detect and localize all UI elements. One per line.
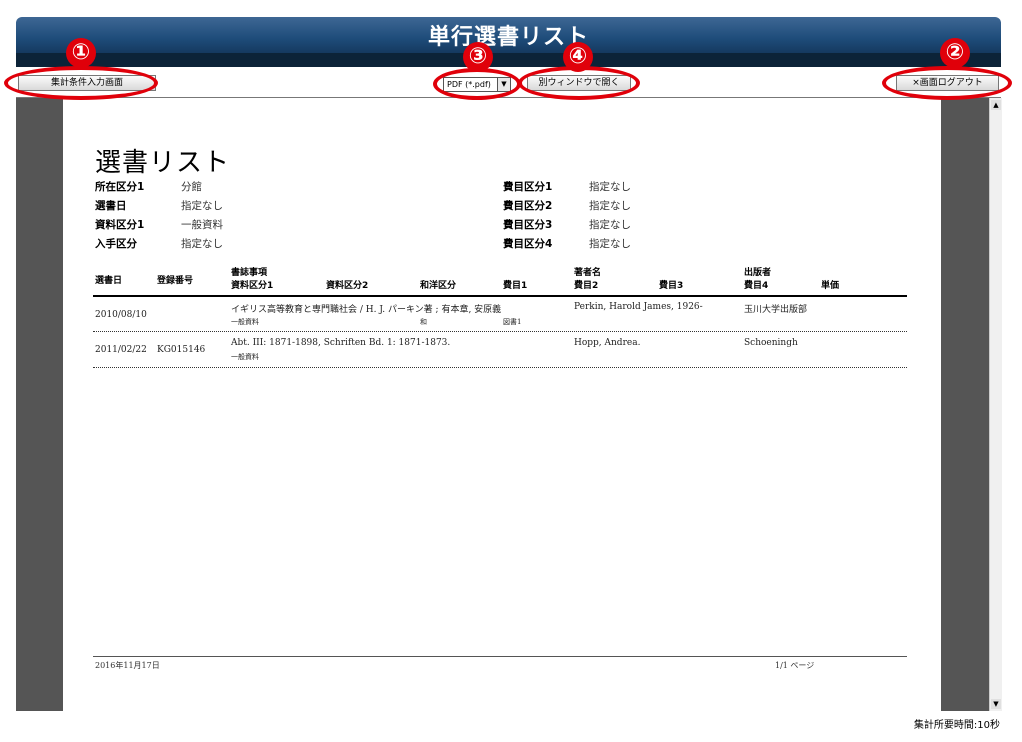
chevron-down-icon[interactable]: ▼ [497, 78, 510, 91]
header-date: 選書日 [95, 276, 123, 286]
callout-number-2: ② [940, 38, 970, 68]
criteria-row: 費目区分1 指定なし [503, 178, 631, 197]
callout-number-4: ④ [563, 42, 593, 72]
footer-rule [93, 656, 907, 657]
criteria-row: 選書日 指定なし [95, 197, 223, 216]
criteria-value: 指定なし [181, 200, 223, 212]
header-strip [16, 53, 1001, 67]
footer-date: 2016年11月17日 [95, 661, 160, 670]
header-author: 著者名 [574, 268, 602, 278]
report-page: 選書リスト 所在区分1 分館 選書日 指定なし 資料区分1 一般資料 入手区分 指定なし… [63, 98, 941, 711]
criteria-value: 分館 [181, 181, 202, 193]
criteria-value: 指定なし [589, 181, 631, 193]
row1-biblio: イギリス高等教育と専門職社会 / H. J. パーキン著 ; 有本章, 安原義 [231, 305, 502, 315]
header-reg-no: 登録番号 [157, 276, 194, 286]
callout-number-1: ① [66, 38, 96, 68]
header-budget2: 費目2 [574, 281, 599, 291]
criteria-right: 費目区分1 指定なし 費目区分2 指定なし 費目区分3 指定なし 費目区分4 指定なし [503, 178, 631, 254]
criteria-row: 資料区分1 一般資料 [95, 216, 223, 235]
criteria-row: 費目区分4 指定なし [503, 235, 631, 254]
header-rule [93, 295, 907, 297]
report-title: 選書リスト [95, 148, 231, 178]
row-divider [93, 331, 907, 332]
footer-page: 1/1 ページ [775, 661, 815, 670]
header-price: 単価 [821, 281, 840, 291]
row2-date: 2011/02/22 [95, 345, 147, 355]
criteria-label: 資料区分1 [95, 219, 145, 231]
criteria-row: 費目区分2 指定なし [503, 197, 631, 216]
open-window-button[interactable]: 別ウィンドウで開く [527, 75, 631, 91]
logout-button[interactable]: ×画面ログアウト [896, 75, 999, 91]
criteria-label: 費目区分1 [503, 181, 553, 193]
window-title: 単行選書リスト [427, 25, 589, 50]
criteria-label: 費目区分4 [503, 238, 553, 250]
callout-number-3: ③ [463, 42, 493, 72]
criteria-row: 所在区分1 分館 [95, 178, 223, 197]
criteria-label: 費目区分2 [503, 200, 553, 212]
row2-type1: 一般資料 [231, 353, 259, 361]
row1-author: Perkin, Harold James, 1926- [574, 302, 703, 312]
header-budget3: 費目3 [659, 281, 684, 291]
row2-biblio: Abt. III: 1871-1898, Schriften Bd. 1: 18… [231, 338, 451, 348]
input-screen-button[interactable]: 集計条件入力画面 [18, 75, 156, 91]
criteria-left: 所在区分1 分館 選書日 指定なし 資料区分1 一般資料 入手区分 指定なし [95, 178, 223, 254]
row1-budget1: 図書1 [503, 318, 522, 326]
header-type1: 資料区分1 [231, 281, 274, 291]
row1-publisher: 玉川大学出版部 [744, 305, 808, 315]
header-publisher: 出版者 [744, 268, 772, 278]
vertical-scrollbar[interactable]: ▲ ▼ [989, 98, 1002, 711]
criteria-value: 一般資料 [181, 219, 223, 231]
criteria-label: 所在区分1 [95, 181, 145, 193]
format-select[interactable]: PDF (*.pdf) ▼ [443, 77, 511, 92]
header-type2: 資料区分2 [326, 281, 369, 291]
scroll-up-icon[interactable]: ▲ [991, 100, 1001, 110]
criteria-value: 指定なし [589, 238, 631, 250]
criteria-row: 費目区分3 指定なし [503, 216, 631, 235]
criteria-value: 指定なし [589, 219, 631, 231]
header-budget1: 費目1 [503, 281, 528, 291]
row1-type1: 一般資料 [231, 318, 259, 326]
row2-publisher: Schoeningh [744, 338, 798, 348]
criteria-value: 指定なし [181, 238, 223, 250]
row2-reg-no: KG015146 [157, 345, 206, 355]
scroll-down-icon[interactable]: ▼ [991, 699, 1001, 709]
elapsed-time: 集計所要時間:10秒 [913, 720, 1000, 731]
header-budget4: 費目4 [744, 281, 769, 291]
criteria-label: 入手区分 [95, 238, 137, 250]
row2-author: Hopp, Andrea. [574, 338, 641, 348]
row1-date: 2010/08/10 [95, 310, 147, 320]
header-lang: 和洋区分 [420, 281, 457, 291]
criteria-row: 入手区分 指定なし [95, 235, 223, 254]
format-select-value: PDF (*.pdf) [447, 80, 491, 89]
header-biblio: 書誌事項 [231, 268, 268, 278]
criteria-label: 費目区分3 [503, 219, 553, 231]
title-bar: 単行選書リスト [16, 17, 1001, 53]
row1-lang: 和 [420, 318, 427, 326]
criteria-value: 指定なし [589, 200, 631, 212]
criteria-label: 選書日 [95, 200, 127, 212]
row-divider [93, 367, 907, 368]
